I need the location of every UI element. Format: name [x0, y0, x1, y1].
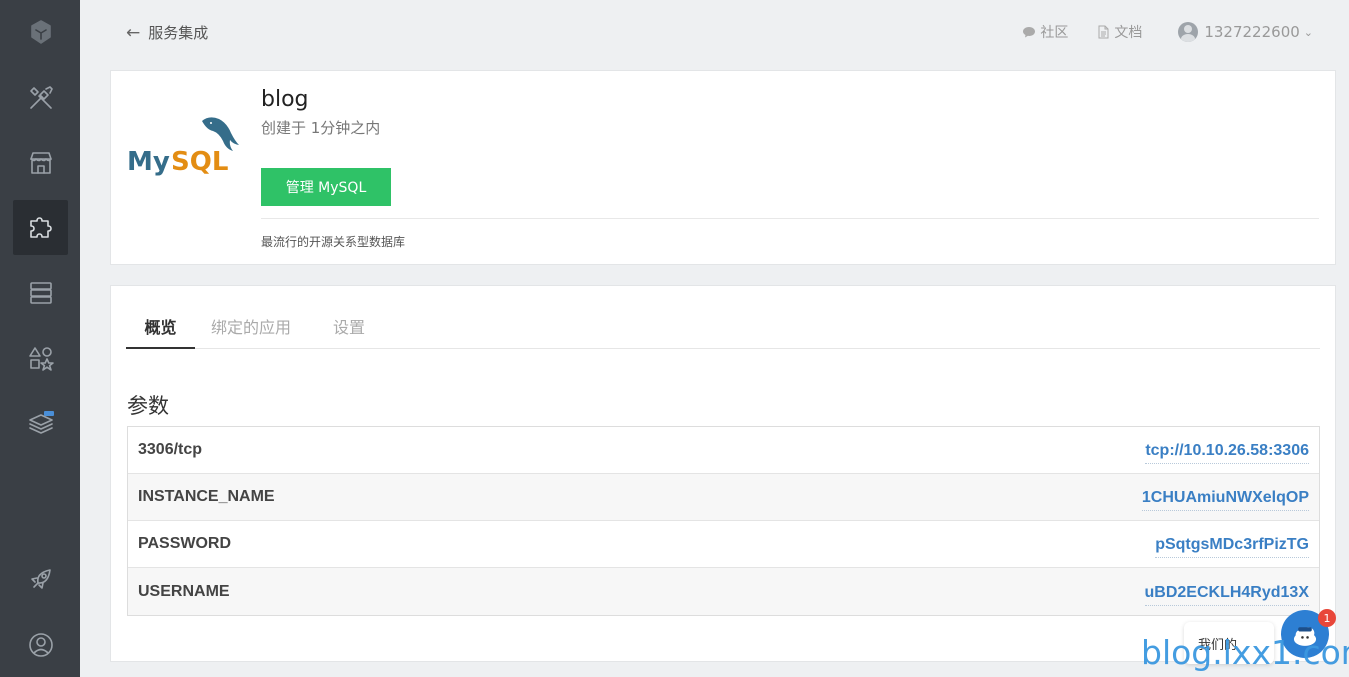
user-circle-icon[interactable] [13, 617, 68, 672]
topbar-right: 社区 文档 1327222600 ⌄ [994, 22, 1313, 42]
divider [261, 218, 1319, 219]
svg-text:My: My [127, 147, 170, 177]
docs-link[interactable]: 文档 [1096, 22, 1142, 42]
server-icon[interactable] [13, 265, 68, 320]
table-row: INSTANCE_NAME 1CHUAmiuNWXelqOP [128, 474, 1319, 521]
param-key: INSTANCE_NAME [138, 488, 275, 505]
manage-mysql-button[interactable]: 管理 MySQL [261, 168, 391, 206]
param-key: USERNAME [138, 582, 230, 600]
logo-icon[interactable] [13, 4, 68, 59]
puzzle-icon[interactable] [13, 200, 68, 255]
chat-icon [1023, 27, 1036, 38]
param-value[interactable]: tcp://10.10.26.58:3306 [1145, 442, 1309, 464]
service-card: My SQL blog 创建于 1分钟之内 管理 MySQL 最流行的开源关系型… [110, 70, 1336, 265]
tab-settings[interactable]: 设置 [333, 314, 365, 349]
table-row: USERNAME uBD2ECKLH4Ryd13X [128, 568, 1319, 615]
back-link[interactable]: ← 服务集成 [126, 22, 208, 43]
param-value[interactable]: uBD2ECKLH4Ryd13X [1144, 584, 1309, 606]
docs-label: 文档 [1114, 25, 1143, 41]
rocket-icon[interactable] [13, 552, 68, 607]
param-value[interactable]: 1CHUAmiuNWXelqOP [1141, 489, 1309, 511]
tools-icon[interactable] [13, 70, 68, 125]
chevron-down-icon: ⌄ [1303, 25, 1313, 39]
back-label: 服务集成 [148, 24, 209, 42]
service-name: blog [261, 87, 309, 112]
avatar [1178, 22, 1199, 42]
svg-text:SQL: SQL [171, 147, 228, 177]
shapes-icon[interactable] [13, 330, 68, 385]
mysql-logo: My SQL [127, 113, 247, 183]
tab-bound-apps[interactable]: 绑定的应用 [211, 314, 291, 349]
document-icon [1098, 25, 1109, 39]
sidebar [0, 0, 80, 677]
username: 1327222600 [1204, 23, 1300, 41]
layers-beta-icon[interactable] [13, 395, 68, 450]
notification-badge: 1 [1318, 609, 1336, 627]
community-link[interactable]: 社区 [1022, 22, 1068, 42]
community-label: 社区 [1040, 25, 1069, 41]
topbar: ← 服务集成 社区 文档 1327222600 ⌄ [80, 0, 1349, 66]
arrow-left-icon: ← [126, 22, 141, 43]
param-key: 3306/tcp [138, 441, 203, 458]
details-card: 概览 绑定的应用 设置 参数 3306/tcp tcp://10.10.26.5… [110, 285, 1336, 662]
service-created: 创建于 1分钟之内 [261, 119, 381, 137]
watermark: blog.lxx1.com [1141, 633, 1349, 672]
params-table: 3306/tcp tcp://10.10.26.58:3306 INSTANCE… [127, 426, 1320, 616]
table-row: 3306/tcp tcp://10.10.26.58:3306 [128, 427, 1319, 474]
params-title: 参数 [127, 394, 169, 418]
param-key: PASSWORD [138, 535, 232, 552]
service-description: 最流行的开源关系型数据库 [261, 235, 406, 249]
param-value[interactable]: pSqtgsMDc3rfPizTG [1155, 536, 1309, 558]
table-row: PASSWORD pSqtgsMDc3rfPizTG [128, 521, 1319, 568]
tab-overview[interactable]: 概览 [126, 314, 195, 349]
user-menu[interactable]: 1327222600 ⌄ [1178, 22, 1313, 42]
store-icon[interactable] [13, 135, 68, 190]
tab-bar: 概览 绑定的应用 设置 [126, 310, 1320, 349]
